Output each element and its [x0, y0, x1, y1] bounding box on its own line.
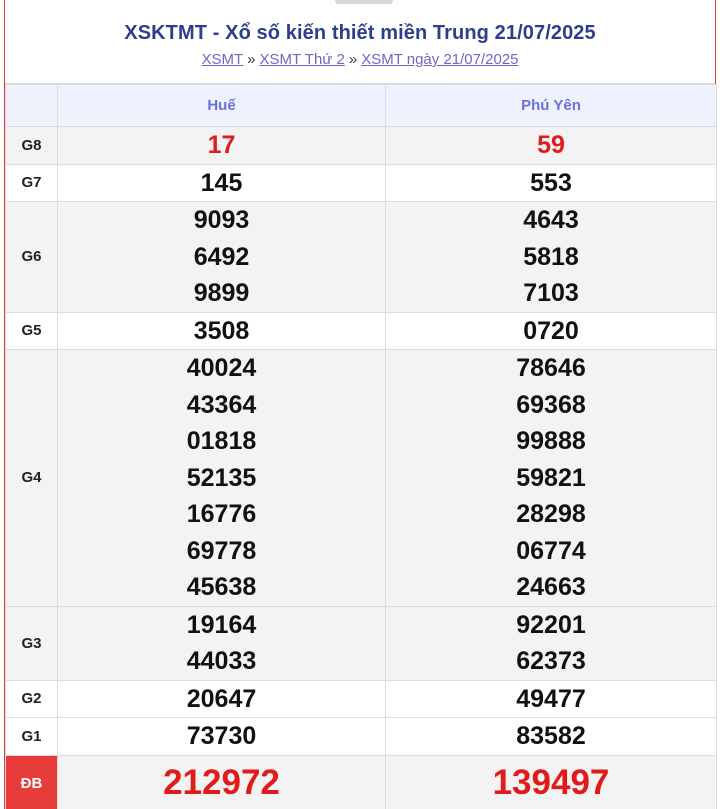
prize-number: 92201	[516, 610, 586, 639]
prize-number: 45638	[186, 573, 257, 601]
prize-number: 20647	[186, 684, 257, 713]
results-cell-hue: 40024 43364 01818 52135 16776 69778 4563…	[57, 349, 386, 607]
prize-row-g2: G2 20647 49477	[5, 679, 717, 718]
results-cell-hue: 20647	[57, 679, 386, 718]
prize-label: G5	[5, 311, 58, 350]
prize-number: 5818	[523, 242, 579, 271]
results-cell-phu-yen: 78646 69368 99888 59821 28298 06774 2466…	[385, 349, 717, 607]
results-cell-phu-yen: 553	[385, 163, 717, 202]
prize-label: G1	[5, 717, 58, 756]
prize-row-g6: G6 9093 6492 9899 4643 5818 7103	[5, 201, 717, 313]
prize-number: 40024	[186, 354, 257, 382]
header-corner-cell	[5, 84, 58, 127]
prize-number: 553	[530, 168, 572, 197]
prize-number: 73730	[186, 722, 257, 750]
prize-row-g5: G5 3508 0720	[5, 311, 717, 350]
prize-number: 43364	[186, 390, 257, 419]
prize-number: 01818	[186, 427, 257, 455]
results-cell-phu-yen: 49477	[385, 679, 717, 718]
results-cell-hue: 3508	[57, 311, 386, 350]
prize-label: G3	[5, 605, 58, 681]
special-prize-number: 212972	[163, 763, 280, 802]
results-cell-phu-yen: 4643 5818 7103	[385, 201, 717, 313]
special-prize-label: ĐB	[5, 754, 58, 809]
prize-row-g8: G8 17 59	[5, 126, 717, 165]
column-header-hue: Huế	[57, 84, 386, 127]
prize-number: 59821	[516, 463, 586, 492]
prize-row-special: ĐB 212972 139497	[5, 754, 717, 809]
prize-label: G4	[5, 349, 58, 607]
prize-number: 24663	[516, 573, 586, 601]
breadcrumb-link-xsmt-thu-2[interactable]: XSMT Thứ 2	[259, 51, 344, 68]
results-cell-hue: 73730	[57, 717, 386, 756]
breadcrumb-link-xsmt[interactable]: XSMT	[201, 51, 243, 68]
prize-row-g1: G1 73730 83582	[5, 717, 717, 756]
top-tab-indicator	[335, 0, 393, 4]
prize-label: G6	[5, 201, 58, 313]
prize-number: 7103	[523, 279, 579, 307]
prize-number: 19164	[186, 610, 257, 639]
prize-number: 06774	[516, 536, 586, 565]
prize-label: G2	[5, 679, 58, 718]
breadcrumb-separator: »	[247, 51, 256, 68]
prize-number: 0720	[523, 316, 579, 345]
results-cell-hue: 19164 44033	[57, 605, 386, 681]
prize-number: 78646	[516, 354, 586, 382]
prize-number: 6492	[193, 242, 250, 271]
breadcrumb-link-xsmt-date[interactable]: XSMT ngày 21/07/2025	[361, 51, 518, 68]
prize-number: 4643	[523, 206, 579, 234]
results-cell-hue: 145	[57, 163, 386, 202]
results-cell-phu-yen: 92201 62373	[385, 605, 717, 681]
column-header-phu-yen: Phú Yên	[385, 84, 717, 127]
results-cell-phu-yen: 59	[385, 126, 717, 165]
prize-number: 69368	[516, 390, 586, 419]
prize-number: 62373	[516, 647, 586, 675]
prize-number: 99888	[516, 427, 586, 455]
breadcrumb: XSMT» XSMT Thứ 2» XSMT ngày 21/07/2025	[5, 51, 715, 68]
results-cell-phu-yen: 139497	[385, 754, 717, 809]
prize-label: G7	[5, 163, 58, 202]
prize-number: 17	[207, 131, 236, 159]
prize-row-g4: G4 40024 43364 01818 52135 16776 69778 4…	[5, 349, 717, 607]
results-cell-hue: 17	[57, 126, 386, 165]
prize-number: 3508	[193, 316, 250, 345]
prize-label: G8	[5, 126, 58, 165]
results-cell-hue: 212972	[57, 754, 386, 809]
prize-number: 44033	[186, 647, 257, 675]
results-card: XSKTMT - Xổ số kiến thiết miền Trung 21/…	[4, 0, 717, 809]
prize-number: 83582	[516, 722, 586, 750]
results-cell-phu-yen: 0720	[385, 311, 717, 350]
prize-number: 49477	[516, 684, 586, 713]
prize-number: 69778	[186, 536, 257, 565]
prize-row-g7: G7 145 553	[5, 163, 717, 202]
prize-number: 52135	[186, 463, 257, 492]
prize-number: 9899	[193, 279, 250, 307]
results-cell-hue: 9093 6492 9899	[57, 201, 386, 313]
page-title: XSKTMT - Xổ số kiến thiết miền Trung 21/…	[124, 22, 596, 44]
prize-number: 59	[537, 131, 565, 159]
breadcrumb-separator: »	[348, 51, 358, 68]
results-table: Huế Phú Yên G8 17 59 G7 145 553 G6 9093	[5, 84, 717, 809]
table-header-row: Huế Phú Yên	[5, 84, 717, 127]
prize-number: 145	[200, 168, 243, 197]
prize-number: 28298	[516, 500, 586, 528]
results-header: XSKTMT - Xổ số kiến thiết miền Trung 21/…	[5, 0, 715, 84]
prize-number: 9093	[193, 206, 250, 234]
prize-number: 16776	[186, 500, 257, 528]
prize-row-g3: G3 19164 44033 92201 62373	[5, 605, 717, 681]
results-cell-phu-yen: 83582	[385, 717, 717, 756]
special-prize-number: 139497	[492, 763, 610, 802]
